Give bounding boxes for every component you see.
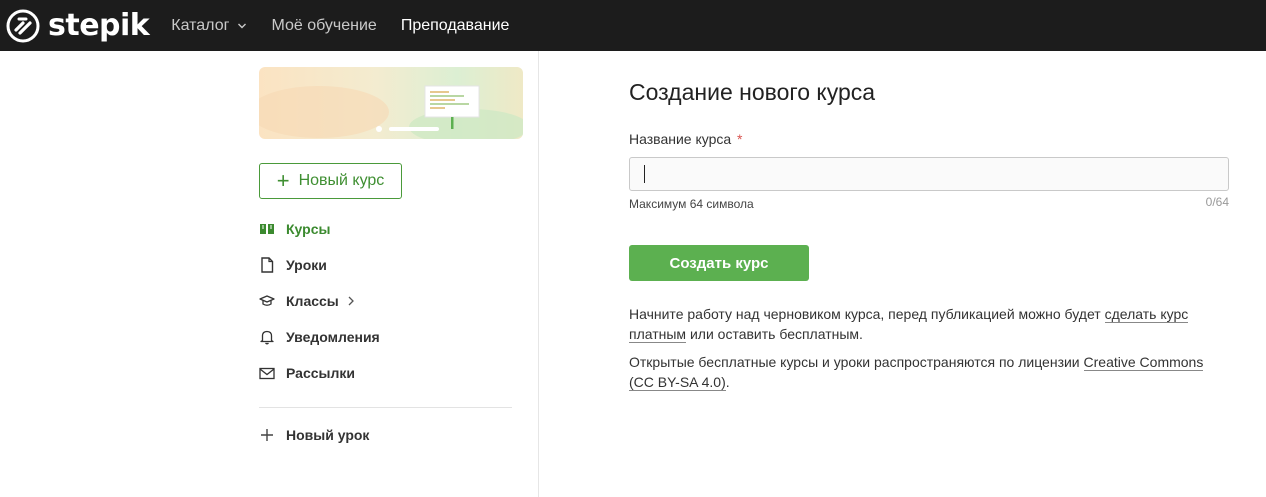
sidebar-item-courses[interactable]: Курсы bbox=[259, 211, 519, 247]
license-info-before: Открытые бесплатные курсы и уроки распро… bbox=[629, 354, 1084, 370]
plus-icon: + bbox=[276, 168, 290, 193]
nav-my-learning-label: Моё обучение bbox=[271, 16, 377, 34]
draft-info-text: Начните работу над черновиком курса, пер… bbox=[629, 304, 1229, 344]
sidebar-item-mailings[interactable]: Рассылки bbox=[259, 355, 519, 391]
sidebar-item-label: Рассылки bbox=[286, 365, 355, 381]
sidebar-menu: Курсы Уроки Классы Уведомления Рассылки bbox=[259, 211, 519, 391]
draft-info-before: Начните работу над черновиком курса, пер… bbox=[629, 306, 1105, 322]
chevron-down-icon bbox=[238, 23, 247, 28]
max-length-hint: Максимум 64 символа bbox=[629, 197, 754, 211]
create-course-button[interactable]: Создать курс bbox=[629, 245, 809, 281]
sidebar-item-label: Уроки bbox=[286, 257, 327, 273]
nav-catalog[interactable]: Каталог bbox=[171, 17, 247, 35]
sidebar-item-lessons[interactable]: Уроки bbox=[259, 247, 519, 283]
sidebar-item-label: Уведомления bbox=[286, 329, 380, 345]
mail-icon bbox=[259, 365, 275, 381]
graduation-cap-icon bbox=[259, 293, 275, 309]
new-lesson-label: Новый урок bbox=[286, 427, 370, 443]
character-counter: 0/64 bbox=[1205, 195, 1229, 209]
teaching-banner-illustration bbox=[259, 67, 523, 139]
new-course-label: Новый курс bbox=[298, 172, 385, 189]
plus-icon bbox=[259, 427, 275, 443]
course-name-label: Название курса * bbox=[629, 131, 743, 147]
page-title: Создание нового курса bbox=[629, 79, 876, 105]
document-icon bbox=[259, 257, 275, 273]
nav-catalog-label: Каталог bbox=[171, 16, 230, 34]
sidebar-item-label: Классы bbox=[286, 293, 339, 309]
nav-teaching[interactable]: Преподавание bbox=[401, 17, 510, 35]
sidebar: + Новый курс Курсы Уроки Классы Уведомле… bbox=[0, 51, 539, 497]
nav-teaching-label: Преподавание bbox=[400, 16, 510, 34]
new-course-button[interactable]: + Новый курс bbox=[259, 163, 402, 199]
new-lesson-link[interactable]: Новый урок bbox=[259, 417, 459, 453]
logo-text: stepik bbox=[48, 8, 150, 43]
course-name-input[interactable] bbox=[629, 157, 1229, 191]
bell-icon bbox=[259, 329, 275, 345]
book-icon bbox=[259, 221, 275, 237]
required-asterisk: * bbox=[737, 131, 743, 147]
sidebar-item-label: Курсы bbox=[286, 221, 331, 237]
draft-info-after: или оставить бесплатным. bbox=[686, 326, 863, 342]
top-navigation-bar: stepik Каталог Моё обучение Преподавание bbox=[0, 0, 1266, 51]
main-content: Создание нового курса Название курса * М… bbox=[540, 51, 1266, 497]
main-nav: Каталог Моё обучение Преподавание bbox=[171, 0, 533, 51]
nav-my-learning[interactable]: Моё обучение bbox=[271, 17, 376, 35]
chevron-right-icon bbox=[348, 296, 354, 306]
sidebar-item-notifications[interactable]: Уведомления bbox=[259, 319, 519, 355]
sidebar-divider bbox=[259, 407, 512, 408]
text-caret bbox=[644, 165, 645, 183]
course-name-label-text: Название курса bbox=[629, 131, 732, 147]
stepik-logo[interactable]: stepik bbox=[6, 0, 150, 51]
license-info-after: . bbox=[725, 374, 730, 390]
stepik-logo-icon bbox=[6, 9, 40, 42]
license-info-text: Открытые бесплатные курсы и уроки распро… bbox=[629, 352, 1229, 392]
sidebar-item-classes[interactable]: Классы bbox=[259, 283, 519, 319]
banner-image bbox=[259, 67, 523, 139]
